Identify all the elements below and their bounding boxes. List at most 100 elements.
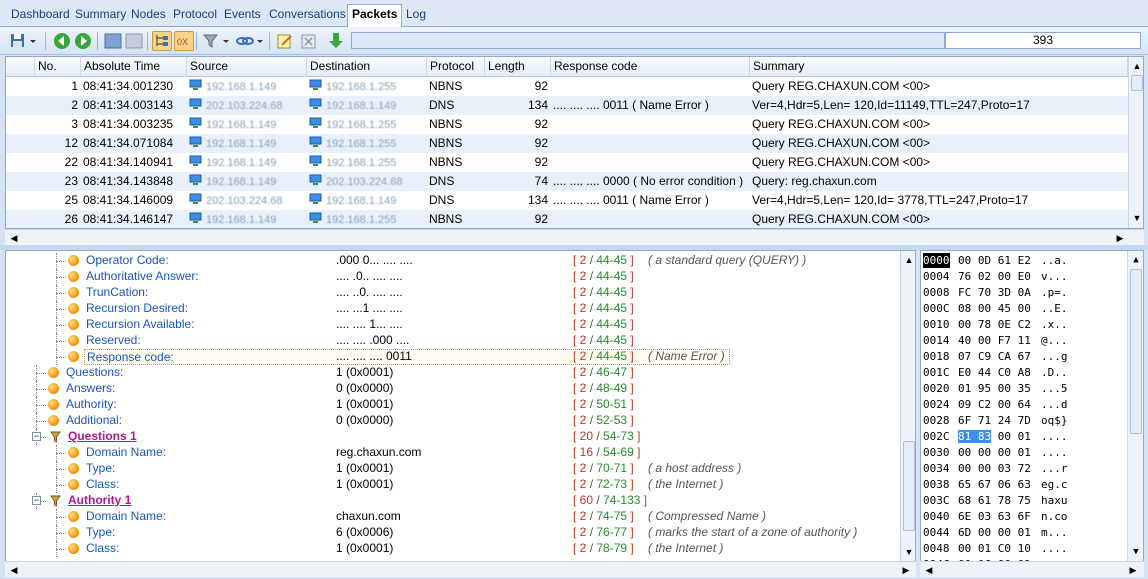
- tree-node[interactable]: − Authority 1 [ 60 / 74-133 ]: [6, 493, 901, 509]
- tree-node[interactable]: Class: 1 (0x0001) [ 2 / 72-73 ] ( the Inter…: [6, 477, 901, 493]
- scroll-left-icon[interactable]: ◀: [922, 563, 936, 577]
- tab-log[interactable]: Log: [403, 5, 429, 25]
- save-button[interactable]: [8, 31, 38, 51]
- tree-node[interactable]: Response code:.... .... .... 0011[ 2 / 4…: [6, 349, 901, 365]
- table-row[interactable]: 1 08:41:34.001230 192.168.1.149 192.168.1.2…: [6, 77, 1128, 96]
- hex-row[interactable]: 0044 6D 00 00 01 m...: [921, 525, 1127, 541]
- tree-node[interactable]: − Questions 1 [ 20 / 54-73 ]: [6, 429, 901, 445]
- hex-row[interactable]: 0040 6E 03 63 6F n.co: [921, 509, 1127, 525]
- column-header-source[interactable]: Source: [187, 57, 307, 77]
- hex-row[interactable]: 0008 FC 70 3D 0A .p=.: [921, 285, 1127, 301]
- link-button[interactable]: [235, 31, 265, 51]
- scroll-up-icon[interactable]: ▲: [1130, 59, 1143, 73]
- forward-button[interactable]: [73, 31, 93, 51]
- tree-node[interactable]: Authority: 1 (0x0001) [ 2 / 50-51 ]: [6, 397, 901, 413]
- scrollbar-thumb[interactable]: [1130, 269, 1142, 434]
- scroll-left-icon[interactable]: ◀: [7, 231, 21, 245]
- tree-node[interactable]: Answers: 0 (0x0000) [ 2 / 48-49 ]: [6, 381, 901, 397]
- scroll-right-icon[interactable]: ▶: [1113, 231, 1127, 245]
- tree-node[interactable]: Operator Code: .000 0... .... .... [ 2 / 4…: [6, 253, 901, 269]
- download-button[interactable]: [326, 31, 346, 51]
- scroll-down-icon[interactable]: ▼: [1130, 211, 1143, 225]
- pane-button[interactable]: [103, 31, 123, 51]
- column-header-marker[interactable]: [6, 57, 35, 77]
- hex-vertical-scrollbar[interactable]: ▲ ▼: [1127, 251, 1143, 562]
- tab-conversations[interactable]: Conversations: [266, 5, 349, 25]
- table-row[interactable]: 25 08:41:34.146009 202.103.224.68 192.168.1…: [6, 191, 1128, 210]
- collapse-icon[interactable]: −: [32, 496, 41, 505]
- field-label[interactable]: Authority 1: [68, 493, 131, 509]
- field-label[interactable]: Operator Code:: [86, 253, 169, 269]
- hex-row[interactable]: 0020 01 95 00 35 ...5: [921, 381, 1127, 397]
- tree-node[interactable]: Recursion Available: .... .... 1... .... […: [6, 317, 901, 333]
- column-header-protocol[interactable]: Protocol: [427, 57, 485, 77]
- tree-node[interactable]: Domain Name: reg.chaxun.com [ 16 / 54-69 ]: [6, 445, 901, 461]
- field-label[interactable]: TrunCation:: [86, 285, 148, 301]
- column-header-response-code[interactable]: Response code: [551, 57, 750, 77]
- table-row[interactable]: 12 08:41:34.071084 192.168.1.149 192.168.1.…: [6, 134, 1128, 153]
- tab-protocol[interactable]: Protocol: [170, 5, 220, 25]
- hex-view-button[interactable]: 0X: [174, 31, 194, 51]
- field-label[interactable]: Recursion Available:: [86, 317, 195, 333]
- tree-node[interactable]: Type: 6 (0x0006) [ 2 / 76-77 ] ( marks the …: [6, 525, 901, 541]
- tree-node[interactable]: Class: 1 (0x0001) [ 2 / 78-79 ] ( the Inter…: [6, 541, 901, 557]
- field-label[interactable]: Authoritative Answer:: [86, 269, 199, 285]
- tree-node[interactable]: Domain Name: chaxun.com [ 2 / 74-75 ] ( Com…: [6, 509, 901, 525]
- hex-row[interactable]: 0030 00 00 00 01....: [921, 445, 1127, 461]
- collapse-icon[interactable]: −: [32, 432, 41, 441]
- table-row[interactable]: 3 08:41:34.003235 192.168.1.149 192.168.1.2…: [6, 115, 1128, 134]
- detail-horizontal-scrollbar[interactable]: ◀ ▶: [5, 561, 916, 577]
- tree-node[interactable]: TrunCation: .... ..0. .... .... [ 2 / 44-4…: [6, 285, 901, 301]
- column-header-length[interactable]: Length: [485, 57, 551, 77]
- hex-row[interactable]: 0014 40 00 F7 11 @...: [921, 333, 1127, 349]
- field-label[interactable]: Questions 1: [68, 429, 137, 445]
- pane-split-button[interactable]: [124, 31, 144, 51]
- column-header-time[interactable]: Absolute Time: [81, 57, 187, 77]
- tab-events[interactable]: Events: [221, 5, 264, 25]
- hex-row[interactable]: 0028 6F 71 24 7D oq$}: [921, 413, 1127, 429]
- column-header-no[interactable]: No.: [35, 57, 81, 77]
- tab-nodes[interactable]: Nodes: [128, 5, 169, 25]
- table-row[interactable]: 26 08:41:34.146147 192.168.1.149 192.168.1.…: [6, 210, 1128, 228]
- field-label[interactable]: Type:: [86, 525, 115, 541]
- field-label[interactable]: Questions:: [66, 365, 123, 381]
- scrollbar-thumb[interactable]: [903, 441, 915, 531]
- scroll-right-icon[interactable]: ▶: [1126, 563, 1140, 577]
- hex-row[interactable]: 003C 68 61 78 75 haxu: [921, 493, 1127, 509]
- tree-node[interactable]: Questions: 1 (0x0001) [ 2 / 46-47 ]: [6, 365, 901, 381]
- hex-horizontal-scrollbar[interactable]: ◀ ▶: [920, 561, 1144, 577]
- field-label[interactable]: Answers:: [66, 381, 115, 397]
- hex-row[interactable]: 0048 00 01 C0 10....: [921, 541, 1127, 557]
- field-label[interactable]: Authority:: [66, 397, 117, 413]
- field-label[interactable]: Domain Name:: [86, 445, 166, 461]
- tree-node[interactable]: Recursion Desired: .... ...1 .... .... [ 2…: [6, 301, 901, 317]
- hex-row[interactable]: 0018 07 C9 CA 67 ...g: [921, 349, 1127, 365]
- tab-packets[interactable]: Packets: [347, 4, 403, 27]
- hex-row[interactable]: 002C 81 83 00 01....: [921, 429, 1127, 445]
- field-label[interactable]: Domain Name:: [86, 509, 166, 525]
- scroll-right-icon[interactable]: ▶: [899, 563, 913, 577]
- table-row[interactable]: 23 08:41:34.143848 192.168.1.149 202.103.22…: [6, 172, 1128, 191]
- table-row[interactable]: 2 08:41:34.003143 202.103.224.68 192.168.1.…: [6, 96, 1128, 115]
- hex-row[interactable]: 0038 65 67 06 63 eg.c: [921, 477, 1127, 493]
- tree-node[interactable]: Type: 1 (0x0001) [ 2 / 70-71 ] ( a host add…: [6, 461, 901, 477]
- field-label[interactable]: Class:: [86, 541, 119, 557]
- column-header-destination[interactable]: Destination: [307, 57, 427, 77]
- field-label[interactable]: Additional:: [66, 413, 122, 429]
- detail-vertical-scrollbar[interactable]: ▲ ▼: [900, 251, 915, 562]
- edit-button[interactable]: [275, 31, 295, 51]
- tab-dashboard[interactable]: Dashboard: [8, 5, 73, 25]
- tree-view-button[interactable]: [152, 31, 172, 51]
- scroll-up-icon[interactable]: ▲: [902, 253, 915, 267]
- scroll-down-icon[interactable]: ▼: [1129, 545, 1143, 559]
- packet-list-vertical-scrollbar[interactable]: ▲ ▼: [1128, 57, 1143, 228]
- field-label[interactable]: Type:: [86, 461, 115, 477]
- field-label[interactable]: Reserved:: [86, 333, 141, 349]
- scroll-down-icon[interactable]: ▼: [902, 545, 915, 559]
- hex-row[interactable]: 0034 00 00 03 72 ...r: [921, 461, 1127, 477]
- scroll-left-icon[interactable]: ◀: [7, 563, 21, 577]
- hex-row[interactable]: 0010 00 78 0E C2 .x..: [921, 317, 1127, 333]
- hex-row[interactable]: 0000 00 0D 61 E2 ..a.: [921, 253, 1127, 269]
- tree-node[interactable]: Additional: 0 (0x0000) [ 2 / 52-53 ]: [6, 413, 901, 429]
- tree-node[interactable]: Reserved: .... .... .000 .... [ 2 / 44-45 …: [6, 333, 901, 349]
